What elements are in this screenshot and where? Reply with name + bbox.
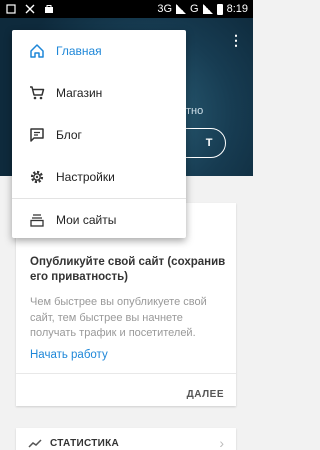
clock: 8:19 <box>226 3 248 15</box>
chevron-right-icon: › <box>219 435 224 450</box>
navigation-menu: Главная Магазин Блог Настройки Мои сайты <box>12 30 186 238</box>
chat-icon <box>28 126 46 144</box>
menu-item-label: Магазин <box>56 86 103 100</box>
menu-item-label: Главная <box>56 44 102 58</box>
bag-icon <box>43 4 54 15</box>
network2-label: G <box>190 3 199 15</box>
stats-row[interactable]: СТАТИСТИКА › <box>16 428 236 450</box>
trend-icon <box>28 439 42 448</box>
cart-icon <box>28 84 46 102</box>
battery-icon <box>216 3 223 15</box>
menu-item-settings[interactable]: Настройки <box>12 156 186 198</box>
sites-icon <box>28 211 46 229</box>
missed-call-icon <box>24 4 35 15</box>
hero-partial-text: тно <box>186 105 204 117</box>
hero-button-label: Т <box>205 137 213 149</box>
menu-item-shop[interactable]: Магазин <box>12 72 186 114</box>
card-title: Опубликуйте свой сайт (сохранив его прив… <box>30 256 226 283</box>
notification-icon <box>5 4 16 15</box>
menu-item-blog[interactable]: Блог <box>12 114 186 156</box>
menu-item-home[interactable]: Главная <box>12 30 186 72</box>
menu-item-label: Блог <box>56 128 82 142</box>
menu-item-label: Мои сайты <box>56 213 117 227</box>
next-button[interactable]: ДАЛЕЕ <box>187 389 224 400</box>
signal2-icon <box>202 4 213 14</box>
menu-item-my-sites[interactable]: Мои сайты <box>12 199 186 241</box>
start-link[interactable]: Начать работу <box>30 349 108 361</box>
card-body: Чем быстрее вы опубликуете свой сайт, те… <box>30 296 207 339</box>
status-bar: 3G G 8:19 <box>0 0 253 18</box>
overflow-menu-icon[interactable]: ⋮ <box>229 32 243 49</box>
home-icon <box>28 42 46 60</box>
menu-item-label: Настройки <box>56 170 115 184</box>
gear-icon <box>28 168 46 186</box>
stats-label: СТАТИСТИКА <box>50 437 120 449</box>
network-label: 3G <box>157 3 173 15</box>
card-divider <box>16 373 236 374</box>
signal-icon <box>176 4 187 14</box>
